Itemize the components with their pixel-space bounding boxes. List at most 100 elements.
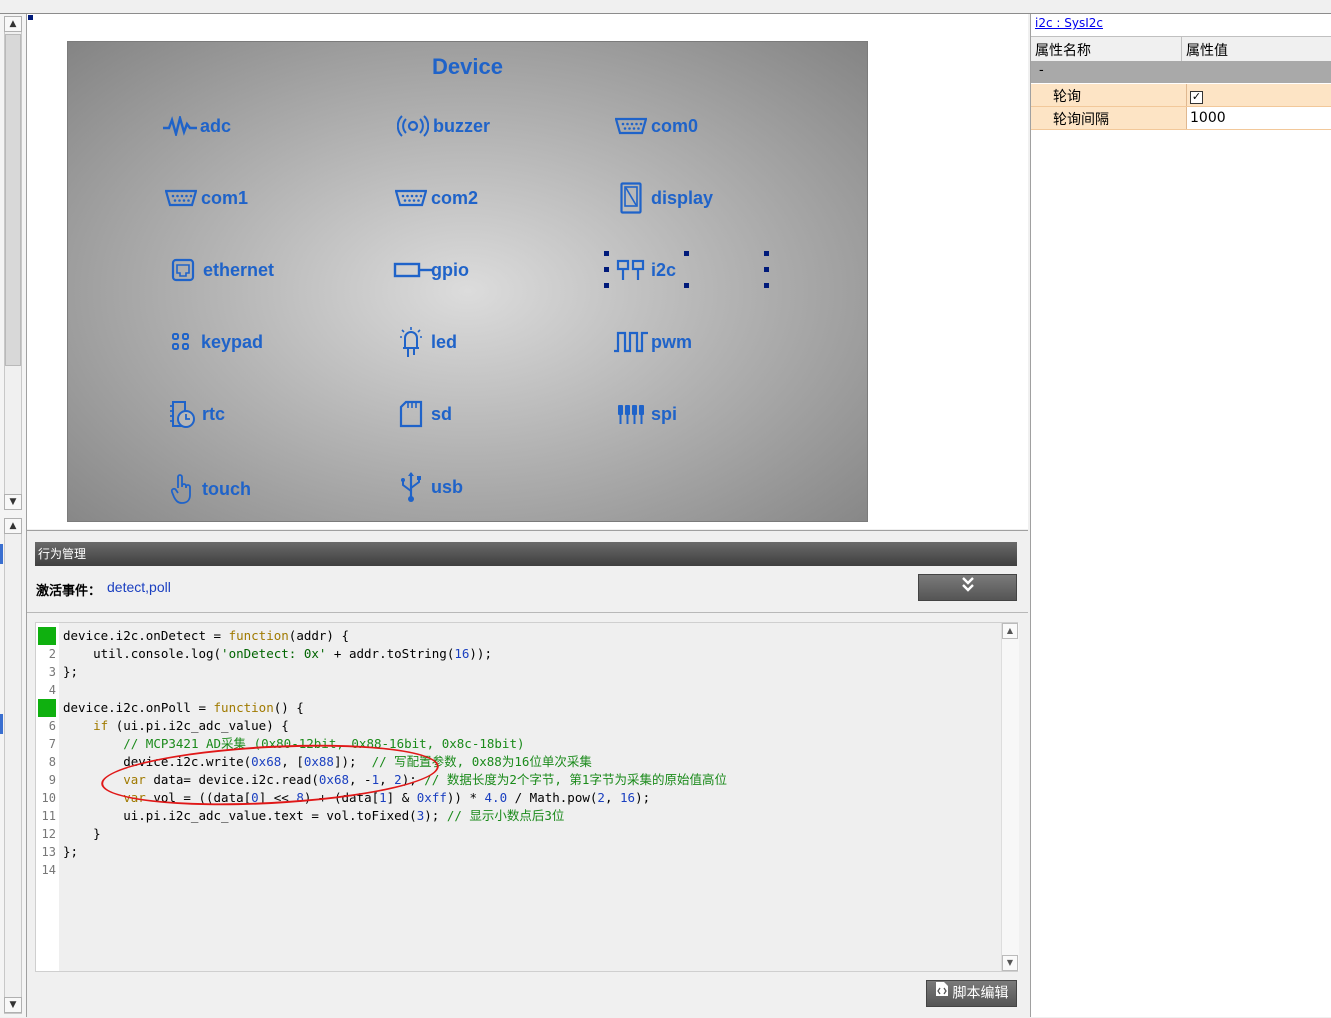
scroll-up-arrow-icon[interactable]: ▲ — [4, 16, 22, 32]
column-header-name[interactable]: 属性名称 — [1035, 40, 1091, 60]
device-spi[interactable]: spi — [613, 397, 677, 431]
device-label: com2 — [431, 187, 479, 208]
left-scroll-column: ▲ ▼ ▲ ▼ — [0, 14, 27, 1017]
pulse-wave-icon — [613, 325, 649, 359]
device-buzzer[interactable]: buzzer — [395, 109, 490, 143]
device-usb[interactable]: usb — [393, 470, 463, 504]
property-row-poll[interactable]: 轮询 ✓ — [1031, 84, 1331, 107]
selection-handle[interactable] — [604, 267, 609, 272]
line-number: 10 — [41, 791, 56, 805]
line-number: 1 — [38, 627, 56, 645]
selection-handle[interactable] — [764, 267, 769, 272]
designer-scroll-thumb[interactable] — [5, 34, 21, 366]
code-line[interactable]: device.i2c.onDetect = function(addr) { — [63, 627, 349, 645]
device-label: i2c — [651, 259, 677, 280]
line-number: 3 — [48, 665, 56, 679]
device-label: display — [651, 187, 714, 208]
device-com2[interactable]: com2 — [393, 181, 478, 215]
device-label: pwm — [651, 331, 693, 352]
hand-pointer-icon — [164, 472, 200, 506]
column-header-value[interactable]: 属性值 — [1186, 40, 1228, 60]
property-group-row[interactable]: - — [1031, 61, 1331, 83]
property-name: 轮询 — [1053, 89, 1081, 105]
selection-handle[interactable] — [684, 283, 689, 288]
device-gpio[interactable]: gpio — [391, 253, 469, 287]
selection-handle[interactable] — [684, 251, 689, 256]
code-vertical-scrollbar[interactable]: ▲ ▼ — [1001, 623, 1019, 971]
device-com1[interactable]: com1 — [163, 181, 248, 215]
device-label: rtc — [202, 403, 226, 424]
serial-port-icon — [393, 181, 429, 215]
device-display[interactable]: display — [613, 181, 713, 215]
poll-interval-input[interactable]: 1000 — [1186, 107, 1331, 129]
property-object-title[interactable]: i2c : SysI2c — [1035, 16, 1103, 30]
device-sd[interactable]: sd — [393, 397, 452, 431]
property-row-poll-interval[interactable]: 轮询间隔 1000 — [1031, 107, 1331, 130]
code-line[interactable]: } — [63, 825, 101, 843]
property-value[interactable]: ✓ — [1186, 84, 1203, 106]
device-com0[interactable]: com0 — [613, 109, 698, 143]
code-line[interactable]: }; — [63, 843, 78, 861]
device-touch[interactable]: touch — [164, 472, 251, 506]
selection-handle[interactable] — [764, 251, 769, 256]
ethernet-port-icon — [165, 253, 201, 287]
display-icon — [613, 181, 649, 215]
device-label: led — [431, 331, 458, 352]
device-label: buzzer — [433, 115, 491, 136]
keypad-icon — [163, 325, 199, 359]
device-canvas[interactable]: Device adc buzzer com0 com1 com2 display — [67, 41, 868, 522]
led-icon — [393, 325, 429, 359]
selection-handle[interactable] — [764, 283, 769, 288]
speaker-icon — [395, 109, 431, 143]
line-number: 14 — [41, 863, 56, 877]
left-edge-marker — [0, 544, 3, 564]
group-collapse-toggle[interactable]: - — [1039, 63, 1044, 78]
selection-handle[interactable] — [604, 251, 609, 256]
device-label: spi — [651, 403, 678, 424]
device-led[interactable]: led — [393, 325, 457, 359]
sd-card-icon — [393, 397, 429, 431]
device-label: com1 — [201, 187, 249, 208]
line-number: 13 — [41, 845, 56, 859]
device-rtc[interactable]: rtc — [164, 397, 225, 431]
device-keypad[interactable]: keypad — [163, 325, 263, 359]
code-line[interactable]: device.i2c.onPoll = function() { — [63, 699, 304, 717]
scroll-up-arrow-icon[interactable]: ▲ — [4, 518, 22, 534]
serial-port-icon — [613, 109, 649, 143]
line-number: 7 — [48, 737, 56, 751]
scroll-down-arrow-icon[interactable]: ▼ — [1002, 955, 1018, 971]
selection-handle[interactable] — [604, 283, 609, 288]
active-events-value[interactable]: detect,poll — [107, 579, 171, 595]
script-edit-label: 脚本编辑 — [952, 985, 1009, 1002]
device-i2c[interactable]: i2c — [613, 253, 676, 287]
scroll-down-arrow-icon[interactable]: ▼ — [4, 494, 22, 510]
code-line[interactable]: ui.pi.i2c_adc_value.text = vol.toFixed(3… — [63, 807, 564, 825]
line-number: 8 — [48, 755, 56, 769]
form-anchor-handle[interactable] — [28, 15, 33, 20]
collapse-button[interactable] — [918, 574, 1017, 601]
device-label: touch — [202, 478, 251, 499]
left-edge-marker — [0, 714, 3, 734]
line-number: 5 — [38, 699, 56, 717]
line-number: 2 — [48, 647, 56, 661]
scroll-down-arrow-icon[interactable]: ▼ — [4, 997, 22, 1013]
line-number: 6 — [48, 719, 56, 733]
code-line[interactable]: util.console.log('onDetect: 0x' + addr.t… — [63, 645, 492, 663]
gpio-icon — [391, 253, 435, 287]
active-events-label: 激活事件： — [36, 584, 102, 599]
device-pwm[interactable]: pwm — [613, 325, 692, 359]
device-label: usb — [431, 476, 464, 497]
device-label: adc — [200, 115, 232, 136]
script-edit-button[interactable]: 脚本编辑 — [926, 980, 1017, 1007]
clock-chip-icon — [164, 397, 200, 431]
property-panel: i2c : SysI2c 属性名称 属性值 - 轮询 ✓ 轮询间隔 1000 — [1030, 14, 1331, 1017]
scroll-up-arrow-icon[interactable]: ▲ — [1002, 623, 1018, 639]
column-divider[interactable] — [1181, 37, 1182, 61]
code-line[interactable]: if (ui.pi.i2c_adc_value) { — [63, 717, 289, 735]
designer-area: Device adc buzzer com0 com1 com2 display — [27, 14, 1028, 529]
device-ethernet[interactable]: ethernet — [165, 253, 274, 287]
poll-checkbox[interactable]: ✓ — [1190, 91, 1203, 104]
code-line[interactable]: }; — [63, 663, 78, 681]
lower-vertical-scrollbar[interactable] — [4, 518, 22, 1014]
device-adc[interactable]: adc — [162, 109, 231, 143]
